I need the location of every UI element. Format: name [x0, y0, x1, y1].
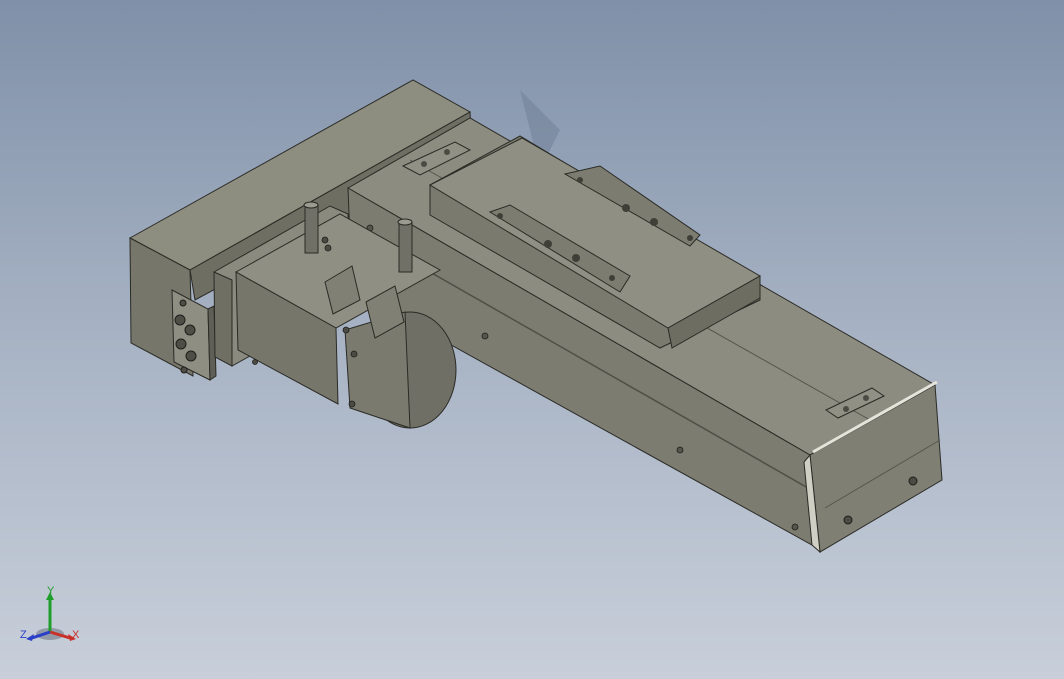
motor-flange-front: [213, 271, 233, 367]
view-orientation-triad: Y X Z: [14, 584, 84, 648]
sensor-pin-left-top: [303, 201, 319, 209]
triad-z-arrow: [26, 634, 34, 641]
sensor-pin-right: [398, 221, 413, 273]
triad-x-label: X: [72, 629, 80, 641]
sensor-pin-right-top: [397, 218, 413, 226]
linear-actuator-model[interactable]: [0, 0, 1064, 679]
graphics-viewport[interactable]: Y X Z: [0, 0, 1064, 679]
triad-y-label: Y: [47, 585, 55, 597]
sensor-pin-left: [304, 204, 319, 254]
triad-z-label: Z: [20, 629, 27, 641]
